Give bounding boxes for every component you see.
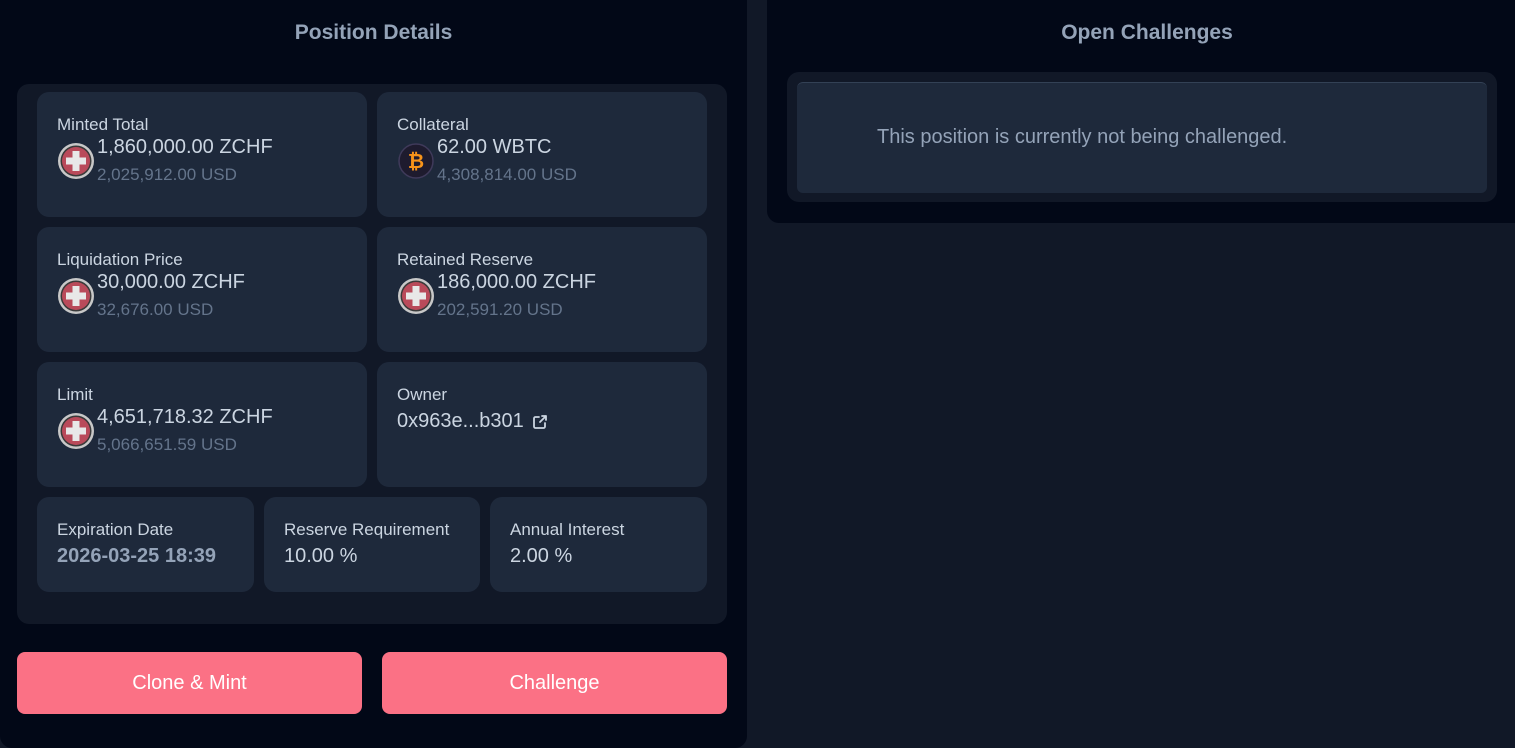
- zchf-coin-icon: [58, 143, 94, 179]
- retained-reserve-amount: 186,000.00 ZCHF: [437, 271, 596, 293]
- retained-reserve-usd: 202,591.20 USD: [437, 300, 563, 319]
- clone-mint-button[interactable]: Clone & Mint: [17, 652, 362, 714]
- minted-total-usd: 2,025,912.00 USD: [97, 165, 237, 184]
- owner-label: Owner: [397, 385, 448, 404]
- zchf-coin-icon: [58, 278, 94, 314]
- reserve-requirement-value: 10.00 %: [284, 545, 358, 567]
- owner-address[interactable]: 0x963e...b301: [397, 410, 524, 433]
- expiration-date-value: 2026-03-25 18:39: [57, 545, 217, 567]
- limit-amount: 4,651,718.32 ZCHF: [97, 406, 273, 428]
- reserve-requirement-card: Reserve Requirement 10.00 %: [264, 497, 480, 592]
- liquidation-price-amount: 30,000.00 ZCHF: [97, 271, 245, 293]
- annual-interest-label: Annual Interest: [510, 520, 625, 539]
- owner-address-link[interactable]: 0x963e...b301: [397, 410, 687, 433]
- retained-reserve-card: Retained Reserve 186,000.00 ZCHF 202,591…: [377, 227, 707, 352]
- bitcoin-icon: ₿: [398, 143, 434, 179]
- limit-label: Limit: [57, 385, 93, 404]
- liquidation-price-usd: 32,676.00 USD: [97, 300, 214, 319]
- zchf-coin-icon: [398, 278, 434, 314]
- open-challenges-empty-state: This position is currently not being cha…: [797, 82, 1487, 193]
- position-details-title: Position Details: [294, 21, 453, 44]
- liquidation-price-label: Liquidation Price: [57, 250, 183, 269]
- expiration-date-label: Expiration Date: [57, 520, 174, 539]
- reserve-requirement-label: Reserve Requirement: [284, 520, 450, 539]
- annual-interest-card: Annual Interest 2.00 %: [490, 497, 707, 592]
- minted-total-amount: 1,860,000.00 ZCHF: [97, 136, 273, 158]
- collateral-usd: 4,308,814.00 USD: [437, 165, 577, 184]
- collateral-amount: 62.00 WBTC: [437, 136, 552, 158]
- collateral-card: Collateral ₿ 62.00 WBTC 4,308,814.00 USD: [377, 92, 707, 217]
- expiration-date-card: Expiration Date 2026-03-25 18:39: [37, 497, 254, 592]
- retained-reserve-label: Retained Reserve: [397, 250, 534, 269]
- limit-usd: 5,066,651.59 USD: [97, 435, 237, 454]
- zchf-coin-icon: [58, 413, 94, 449]
- open-challenges-title: Open Challenges: [1061, 21, 1233, 44]
- annual-interest-value: 2.00 %: [510, 545, 573, 567]
- collateral-label: Collateral: [397, 115, 469, 134]
- external-link-icon[interactable]: [532, 414, 548, 430]
- challenge-button[interactable]: Challenge: [382, 652, 727, 714]
- minted-total-card: Minted Total 1,860,000.00 ZCHF 2,025,912…: [37, 92, 367, 217]
- no-challenges-message: This position is currently not being cha…: [877, 126, 1288, 148]
- minted-total-label: Minted Total: [57, 115, 149, 134]
- liquidation-price-card: Liquidation Price 30,000.00 ZCHF 32,676.…: [37, 227, 367, 352]
- svg-text:₿: ₿: [408, 151, 424, 173]
- limit-card: Limit 4,651,718.32 ZCHF 5,066,651.59 USD: [37, 362, 367, 487]
- owner-card: Owner 0x963e...b301: [377, 362, 707, 487]
